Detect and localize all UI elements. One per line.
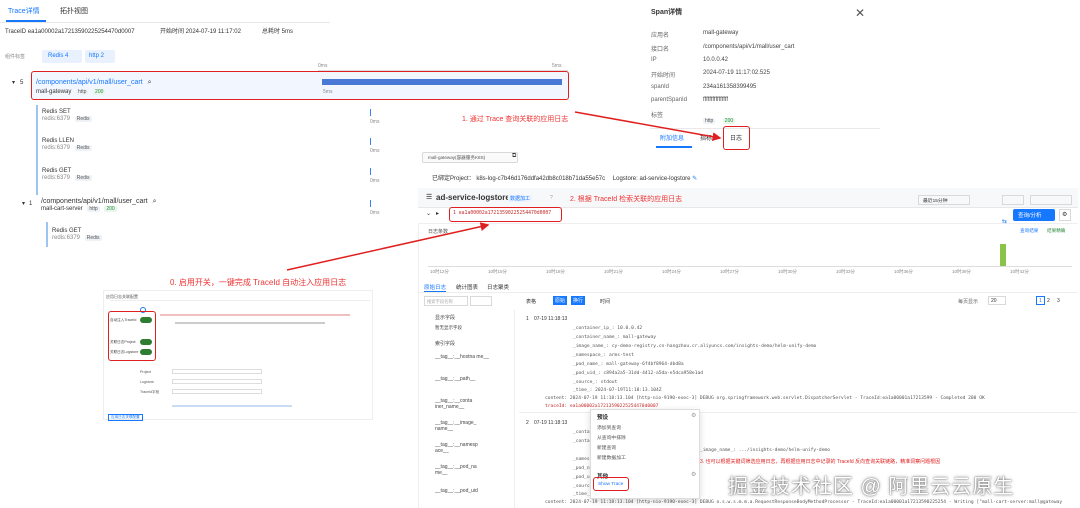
annotation-arrows	[286, 111, 722, 271]
arrow-to-logs-tab	[574, 111, 722, 142]
arrow-to-query	[286, 222, 490, 271]
